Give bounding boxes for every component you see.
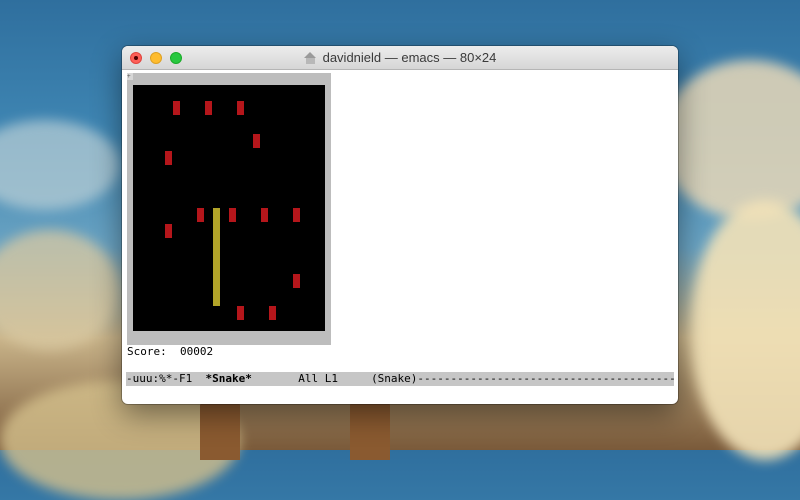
score-display: Score: 00002 <box>127 345 213 358</box>
fruit-4 <box>253 134 260 149</box>
window-title-group: davidnield — emacs — 80×24 <box>122 46 678 69</box>
emacs-window: davidnield — emacs — 80×24 + Score: 0000… <box>122 46 678 404</box>
score-value: 00002 <box>180 345 214 358</box>
background-cloud <box>660 60 800 220</box>
fruit-10 <box>165 224 172 239</box>
emacs-buffer[interactable]: + Score: 00002 -uuu:%*-F1 *Snake* All L1… <box>122 70 678 404</box>
mode-line-status: -uuu:%*-F1 <box>126 372 206 385</box>
mode-line-buffer-name[interactable]: *Snake* <box>205 372 251 385</box>
fruit-5 <box>165 150 172 165</box>
fruit-9 <box>293 208 300 222</box>
title-bar[interactable]: davidnield — emacs — 80×24 <box>122 46 678 70</box>
home-folder-icon <box>303 51 317 64</box>
snake-game-board[interactable] <box>133 85 325 331</box>
background-cloud <box>0 230 120 350</box>
window-title: davidnield — emacs — 80×24 <box>322 50 497 65</box>
score-label: Score: <box>127 345 167 358</box>
snake-board-frame: + <box>127 73 331 345</box>
fruit-6 <box>197 208 204 222</box>
fruit-13 <box>269 306 276 321</box>
fruit-11 <box>293 273 300 288</box>
background-cloud <box>0 120 120 210</box>
fruit-1 <box>173 101 180 116</box>
background-cloud <box>690 200 800 460</box>
background-tower <box>350 400 390 460</box>
fruit-2 <box>205 101 212 116</box>
fruit-3 <box>237 101 244 116</box>
snake-body <box>213 208 220 307</box>
background-tower <box>200 400 240 460</box>
mode-line[interactable]: -uuu:%*-F1 *Snake* All L1 (Snake)-------… <box>126 372 674 386</box>
fruit-7 <box>229 208 236 222</box>
fruit-8 <box>261 208 268 222</box>
fruit-12 <box>237 306 244 321</box>
mode-line-position: All L1 <box>251 372 372 385</box>
mode-line-major-mode[interactable]: (Snake)---------------------------------… <box>371 372 674 385</box>
board-corner-marker: + <box>127 73 133 80</box>
